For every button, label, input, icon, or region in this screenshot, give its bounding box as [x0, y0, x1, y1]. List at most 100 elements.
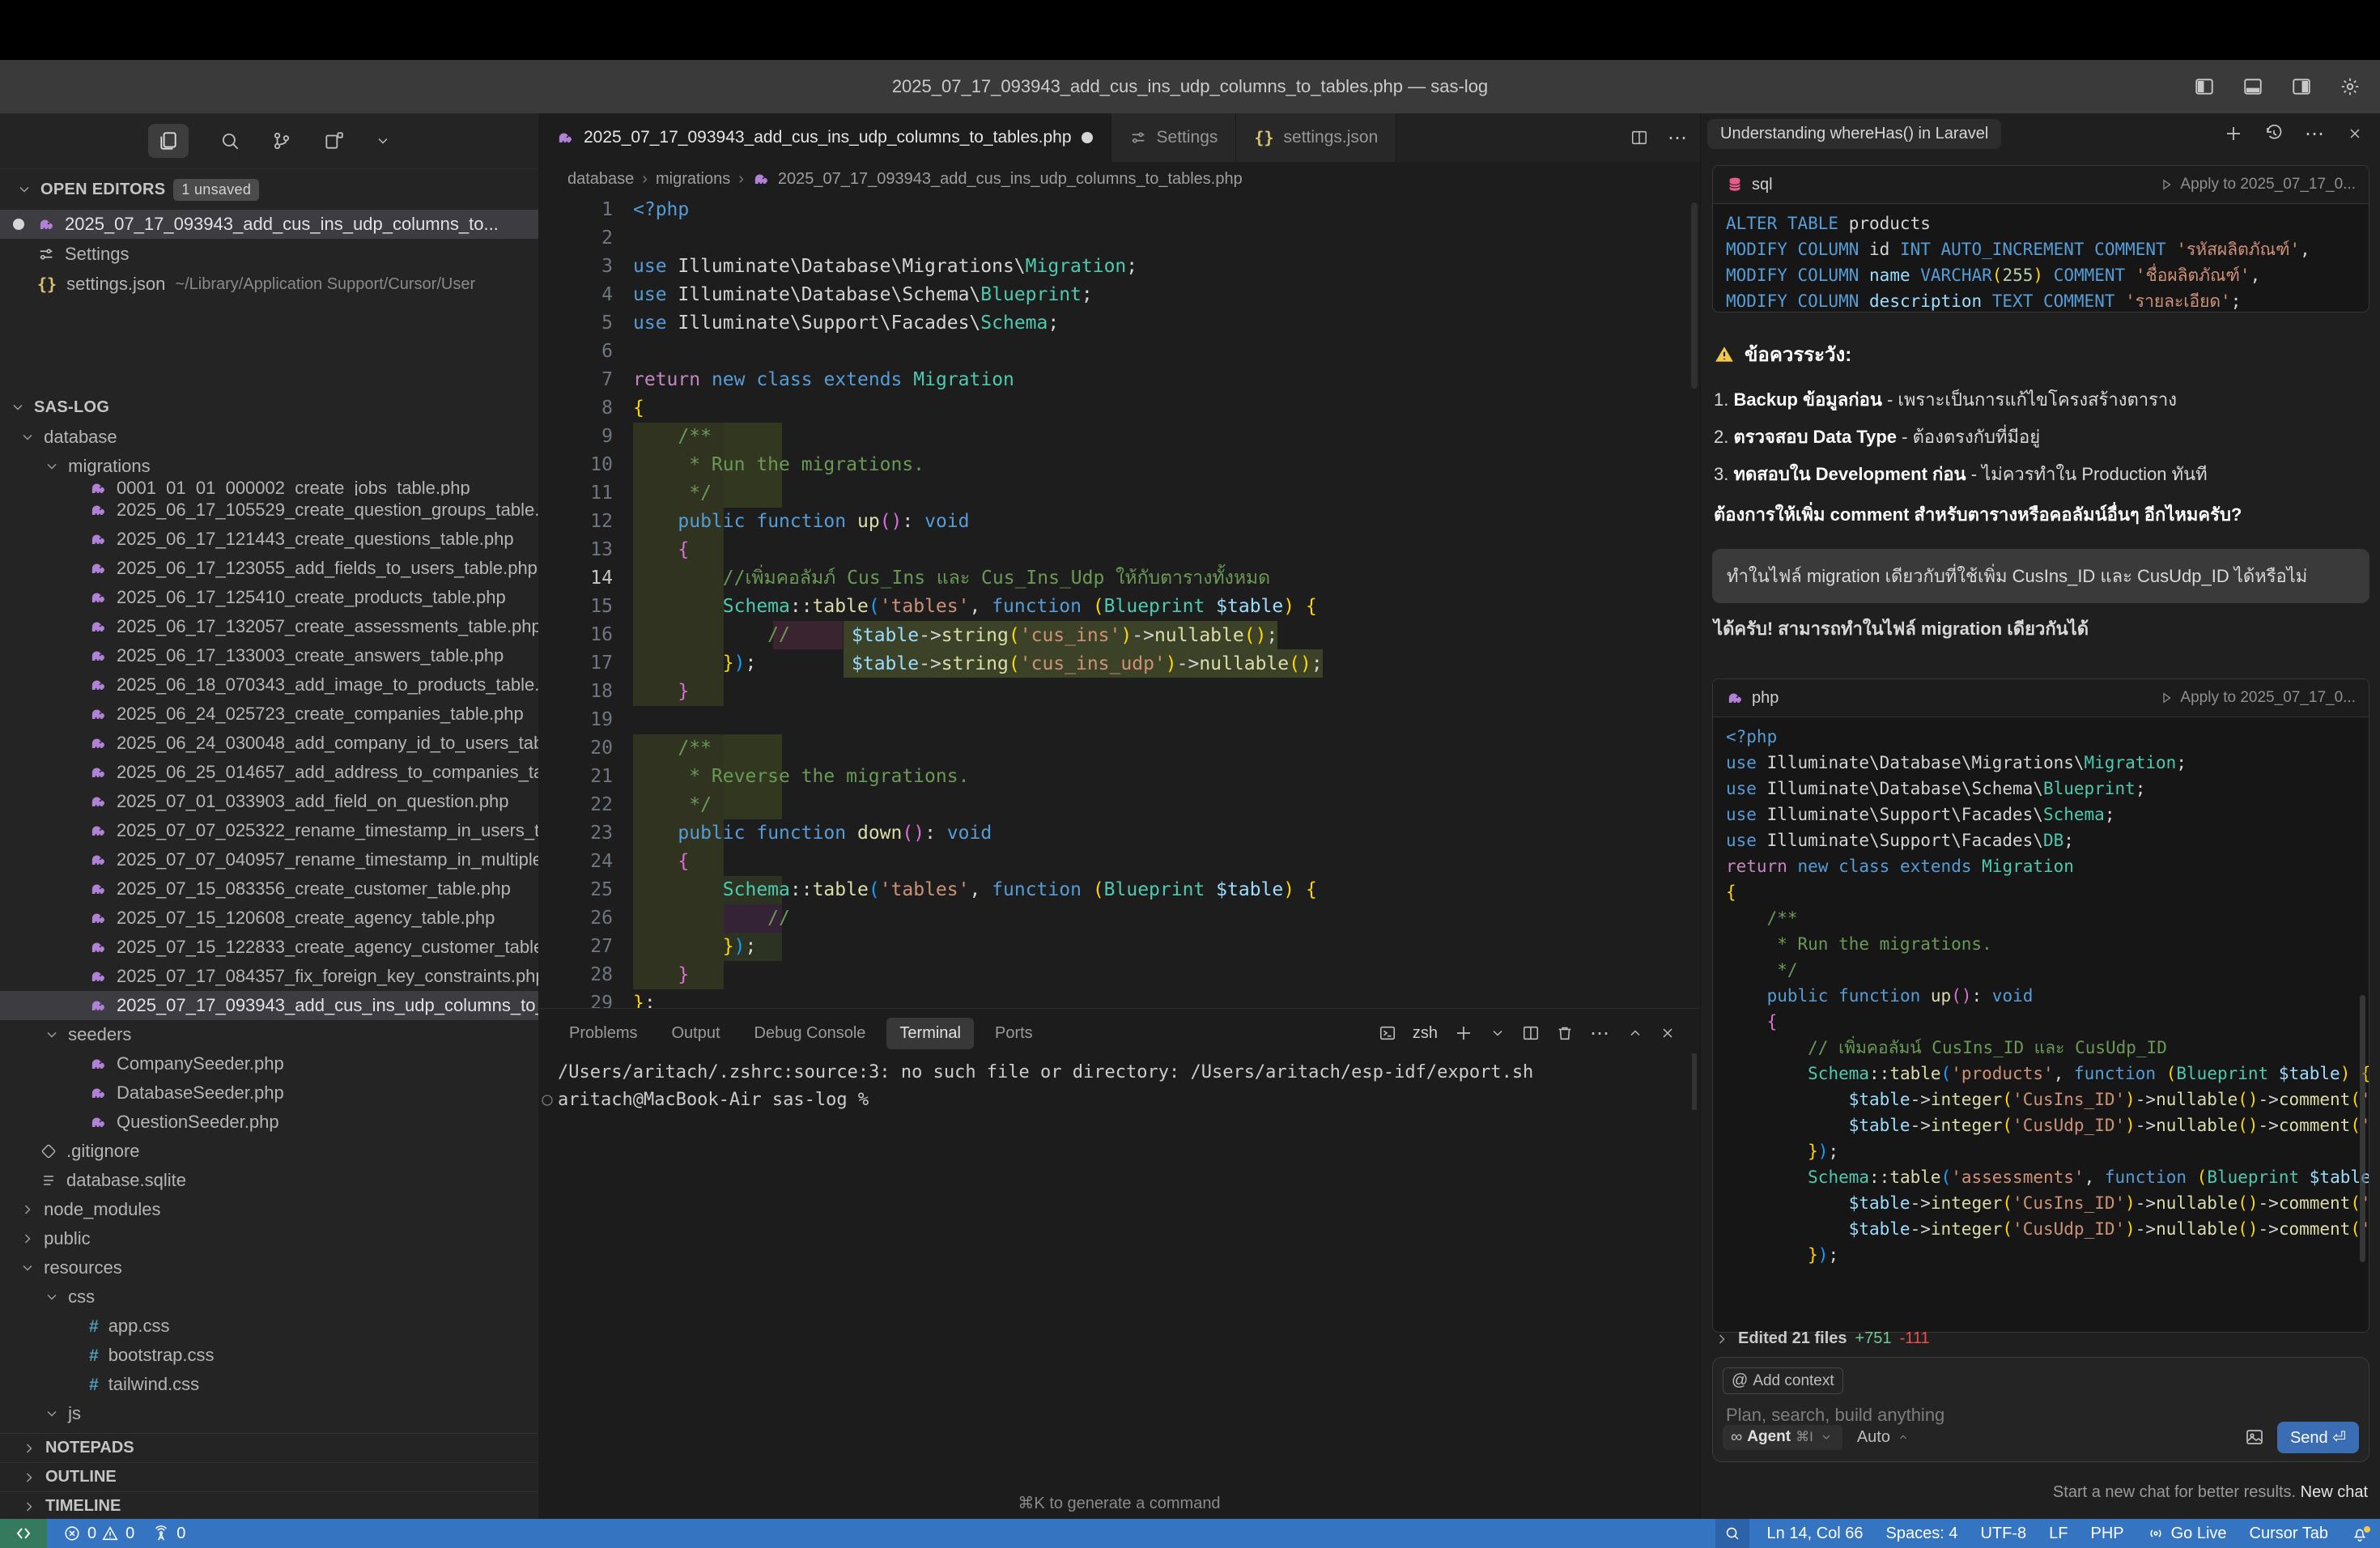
status-eol[interactable]: LF — [2049, 1525, 2068, 1543]
model-selector[interactable]: Auto — [1857, 1428, 1911, 1447]
plus-icon[interactable] — [1454, 1023, 1473, 1043]
image-icon[interactable] — [2245, 1427, 2264, 1447]
tree-file-databaseseeder-php[interactable]: DatabaseSeeder.php — [0, 1078, 538, 1108]
tree-file-database-sqlite[interactable]: database.sqlite — [0, 1166, 538, 1195]
gear-icon[interactable] — [2340, 76, 2361, 97]
problems-warning-icon[interactable]: 0 — [101, 1525, 134, 1543]
breadcrumb-item[interactable]: migrations — [656, 170, 730, 189]
editor-scrollbar[interactable] — [1691, 202, 1698, 389]
remote-indicator[interactable] — [0, 1519, 47, 1548]
panel-right-icon[interactable] — [2291, 76, 2312, 97]
search-icon[interactable] — [219, 130, 240, 151]
split-editor-icon[interactable] — [1522, 1024, 1540, 1042]
toolbar-layout-icon[interactable] — [323, 130, 344, 151]
tree-file-2025-07-07-025322-rename-timestamp-in-users-tab-[interactable]: 2025_07_07_025322_rename_timestamp_in_us… — [0, 816, 538, 845]
tree-file-app-css[interactable]: #app.css — [0, 1312, 538, 1341]
terminal-tab-debug-console[interactable]: Debug Console — [742, 1018, 879, 1049]
terminal-tab-output[interactable]: Output — [658, 1018, 733, 1049]
tree-file-2025-06-17-132057-create-assessments-table-php[interactable]: 2025_06_17_132057_create_assessments_tab… — [0, 612, 538, 641]
chat-tab-title[interactable]: Understanding whereHas() in Laravel — [1707, 119, 2001, 149]
split-editor-icon[interactable] — [1630, 129, 1648, 147]
open-editor-item[interactable]: Settings — [0, 240, 538, 269]
remote-icon[interactable] — [14, 1524, 33, 1543]
tree-file-2025-06-18-070343-add-image-to-products-table-p-[interactable]: 2025_06_18_070343_add_image_to_products_… — [0, 670, 538, 700]
tree-file-2025-06-25-014657-add-address-to-companies-tabl-[interactable]: 2025_06_25_014657_add_address_to_compani… — [0, 758, 538, 787]
agent-mode-selector[interactable]: ∞Agent⌘I — [1723, 1425, 1842, 1450]
radio-tower-icon[interactable] — [152, 1525, 170, 1542]
toolbar-chevron-down-icon[interactable] — [375, 133, 391, 149]
tree-file--gitignore[interactable]: .gitignore — [0, 1137, 538, 1166]
tab-migration-file[interactable]: 2025_07_17_093943_add_cus_ins_udp_column… — [538, 113, 1111, 162]
terminal-tab-problems[interactable]: Problems — [556, 1018, 650, 1049]
section-outline[interactable]: OUTLINE — [0, 1462, 538, 1491]
tree-file-2025-06-24-030048-add-company-id-to-users-tabl-[interactable]: 2025_06_24_030048_add_company_id_to_user… — [0, 729, 538, 758]
tree-folder-js[interactable]: js — [0, 1399, 538, 1428]
open-editors-header[interactable]: OPEN EDITORS1 unsaved — [16, 177, 259, 202]
warning-icon[interactable] — [101, 1525, 119, 1542]
tree-file-tailwind-css[interactable]: #tailwind.css — [0, 1370, 538, 1399]
tree-file-2025-07-17-084357-fix-foreign-key-constraints-php[interactable]: 2025_07_17_084357_fix_foreign_key_constr… — [0, 962, 538, 991]
tree-file-2025-07-01-033903-add-field-on-question-php[interactable]: 2025_07_01_033903_add_field_on_question.… — [0, 787, 538, 816]
magnifier-icon[interactable] — [1723, 1525, 1741, 1542]
tree-file-2025-07-15-083356-create-customer-table-php[interactable]: 2025_07_15_083356_create_customer_table.… — [0, 874, 538, 904]
breadcrumb-item[interactable]: 2025_07_17_093943_add_cus_ins_udp_column… — [778, 170, 1243, 189]
status-cursor-tab[interactable]: Cursor Tab — [2250, 1525, 2328, 1543]
plus-icon[interactable] — [2224, 124, 2243, 143]
new-chat-button[interactable]: New chat — [2301, 1483, 2368, 1501]
panel-bottom-icon[interactable] — [2242, 76, 2263, 97]
send-button[interactable]: Send ⏎ — [2277, 1422, 2359, 1453]
source-control-icon[interactable] — [271, 130, 292, 151]
tree-file-app-js[interactable]: JSapp.js — [0, 1428, 538, 1431]
toolbar-source-control-icon[interactable] — [271, 130, 292, 151]
php-block-scrollbar[interactable] — [2360, 995, 2365, 1262]
file-tree[interactable]: database migrations0001_01_01_000002_cre… — [0, 301, 538, 1431]
play-icon[interactable] — [2159, 691, 2174, 705]
tab-settings-json[interactable]: {}settings.json — [1236, 113, 1396, 162]
tree-folder-node-modules[interactable]: node_modules — [0, 1195, 538, 1224]
breadcrumb-item[interactable]: database — [567, 170, 634, 189]
open-editor-item[interactable]: {}settings.json~/Library/Application Sup… — [0, 270, 538, 299]
close-icon[interactable] — [1660, 1025, 1676, 1041]
status-encoding[interactable]: UTF-8 — [1980, 1525, 2026, 1543]
apply-button[interactable]: Apply to 2025_07_17_0... — [2159, 176, 2356, 194]
history-icon[interactable] — [2264, 124, 2284, 143]
tree-file-2025-06-24-025723-create-companies-table-php[interactable]: 2025_06_24_025723_create_companies_table… — [0, 700, 538, 729]
terminal-prompt[interactable]: aritach@MacBook-Air sas-log % — [538, 1087, 869, 1114]
tree-file-0001-01-01-000002-create-jobs-table-php[interactable]: 0001_01_01_000002_create_jobs_table.php — [0, 481, 538, 495]
add-context-button[interactable]: @Add context — [1723, 1367, 1843, 1394]
toolbar-explorer-icon[interactable] — [148, 124, 189, 158]
layout-icon[interactable] — [323, 130, 344, 151]
chevron-right-icon[interactable] — [1714, 1331, 1730, 1347]
more-icon[interactable]: ⋯ — [2305, 122, 2326, 146]
user-message-bubble[interactable]: ทำในไฟล์ migration เดียวกับที่ใช้เพิ่ม C… — [1712, 549, 2369, 603]
terminal-box-icon[interactable] — [1379, 1024, 1396, 1042]
more-icon[interactable]: ⋯ — [1668, 126, 1689, 150]
terminal-tab-ports[interactable]: Ports — [982, 1018, 1046, 1049]
tab-settings[interactable]: Settings — [1111, 113, 1237, 162]
tree-file-2025-07-15-120608-create-agency-table-php[interactable]: 2025_07_15_120608_create_agency_table.ph… — [0, 904, 538, 933]
code-editor[interactable]: 1<?php23use Illuminate\Database\Migratio… — [538, 196, 1700, 1008]
more-icon[interactable]: ⋯ — [1590, 1022, 1611, 1045]
tree-folder-seeders[interactable]: seeders — [0, 1020, 538, 1049]
close-icon[interactable] — [2347, 125, 2363, 142]
tree-file-bootstrap-css[interactable]: #bootstrap.css — [0, 1341, 538, 1370]
chevron-down-icon[interactable] — [1490, 1025, 1506, 1041]
status-indentation[interactable]: Spaces: 4 — [1886, 1525, 1958, 1543]
tree-folder-database[interactable]: database — [0, 423, 538, 452]
tree-folder-resources[interactable]: resources — [0, 1253, 538, 1282]
explorer-icon[interactable] — [158, 130, 179, 151]
tree-file-2025-06-17-125410-create-products-table-php[interactable]: 2025_06_17_125410_create_products_table.… — [0, 583, 538, 612]
tree-file-2025-06-17-105529-create-question-groups-table-php[interactable]: 2025_06_17_105529_create_question_groups… — [0, 495, 538, 525]
status-search[interactable] — [1715, 1519, 1749, 1548]
trash-icon[interactable] — [1556, 1024, 1574, 1042]
tree-folder-css[interactable]: css — [0, 1282, 538, 1312]
tree-file-questionseeder-php[interactable]: QuestionSeeder.php — [0, 1108, 538, 1137]
panel-left-icon[interactable] — [2194, 76, 2215, 97]
tree-folder-migrations[interactable]: migrations — [0, 452, 538, 481]
status-language-mode[interactable]: PHP — [2090, 1525, 2123, 1543]
tree-file-2025-06-17-123055-add-fields-to-users-table-php[interactable]: 2025_06_17_123055_add_fields_to_users_ta… — [0, 554, 538, 583]
breadcrumb[interactable]: database›migrations›2025_07_17_093943_ad… — [538, 162, 1700, 196]
open-editor-item[interactable]: 2025_07_17_093943_add_cus_ins_udp_column… — [0, 210, 538, 239]
tree-file-2025-07-07-040957-rename-timestamp-in-multiple-t-[interactable]: 2025_07_07_040957_rename_timestamp_in_mu… — [0, 845, 538, 874]
tree-file-2025-07-15-122833-create-agency-customer-table-p-[interactable]: 2025_07_15_122833_create_agency_customer… — [0, 933, 538, 962]
